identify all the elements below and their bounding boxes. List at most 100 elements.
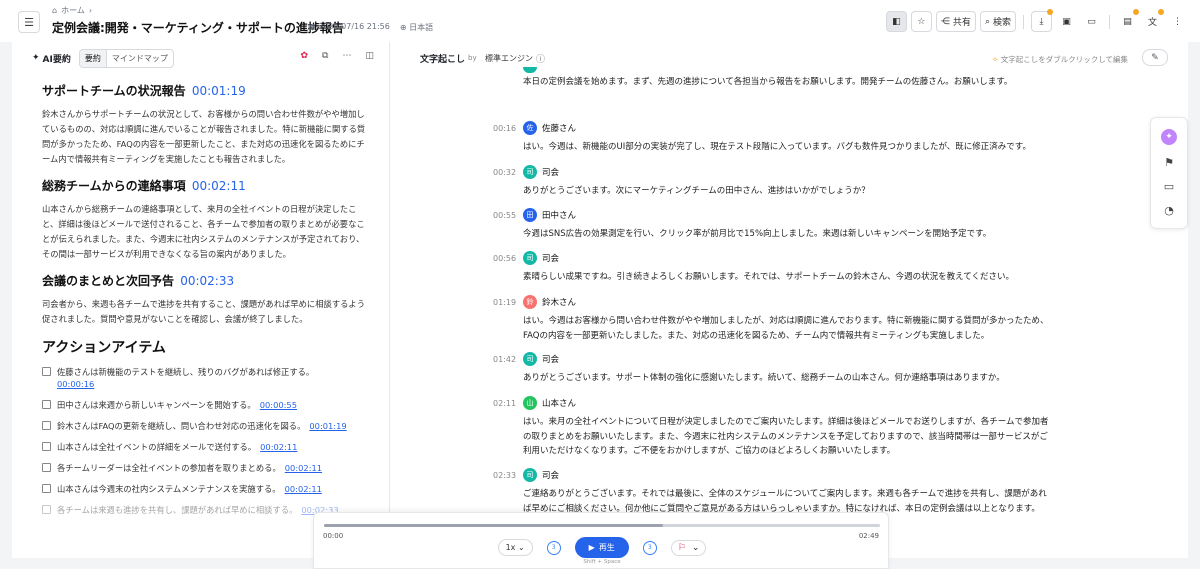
segment-time[interactable]: 00:56 <box>493 254 516 263</box>
info-icon[interactable]: ⓘ <box>536 52 545 65</box>
play-button[interactable]: ▶ 再生 <box>574 537 629 558</box>
tab-summary[interactable]: 要約 <box>79 49 107 67</box>
translate-button[interactable]: 文 <box>1142 9 1164 32</box>
copy-icon[interactable]: ⧉ <box>322 51 328 61</box>
bookmark-button[interactable]: ⚐ ⌄ <box>670 539 707 556</box>
segment-text: はい。今週は、新機能のUI部分の実装が完了し、現在テスト段階に入っています。バグ… <box>523 142 1031 152</box>
page-title: 定例会議:開発・マーケティング・サポートの進捗報告 <box>52 21 344 35</box>
action-checkbox[interactable] <box>42 421 51 430</box>
download-button[interactable]: ⤓ <box>1031 9 1053 32</box>
speaker-name: 司会 <box>542 355 560 365</box>
star-icon: ☆ <box>917 16 926 27</box>
meta-info: ▦ 2025/07/16 21:56 ⊕ 日本語 <box>308 22 433 33</box>
summary-content: サポートチームの状況報告 00:01:19 鈴木さんからサポートチームの状況とし… <box>42 82 372 525</box>
comment-icon[interactable]: ▭ <box>1164 180 1174 193</box>
engine-select[interactable]: 標準エンジン <box>485 53 533 64</box>
action-checkbox[interactable] <box>42 505 51 514</box>
side-toolbar: ✦ ⚑ ▭ ◔ <box>1150 117 1188 229</box>
speaker-name: 田中さん <box>542 211 577 221</box>
skip-back-button[interactable]: 3 <box>546 540 561 555</box>
badge-dot <box>1158 9 1164 15</box>
breadcrumb-home[interactable]: ホーム <box>61 5 85 16</box>
menu-button[interactable]: ☰ <box>18 11 40 33</box>
segment-time[interactable]: 01:19 <box>493 298 516 307</box>
share-label: 共有 <box>952 18 971 28</box>
transcript-title: 文字起こし <box>420 55 466 65</box>
segment-text: 素晴らしい成果ですね。引き続きよろしくお願いします。それでは、サポートチームの鈴… <box>523 272 1014 282</box>
search-button[interactable]: ⌕ 検索 <box>979 11 1016 32</box>
segment-time[interactable]: 02:33 <box>493 471 516 480</box>
summary-header: ✦ AI要約 要約 マインドマップ ✿ ⧉ ⋯ ◫ <box>12 42 389 74</box>
language: 日本語 <box>409 23 434 32</box>
ai-assistant-icon[interactable]: ✦ <box>1161 129 1177 146</box>
globe-icon: ⊕ <box>399 23 407 32</box>
more-horizontal-icon[interactable]: ⋯ <box>342 51 351 61</box>
timestamp-link[interactable]: 00:02:11 <box>260 442 297 452</box>
pie-chart-icon[interactable]: ◔ <box>1164 204 1174 217</box>
speaker-name: 鈴木さん <box>542 298 577 308</box>
panel-toggle-icon[interactable]: ◫ <box>365 51 374 61</box>
chevron-down-icon: ⌄ <box>691 542 700 553</box>
action-checkbox[interactable] <box>42 400 51 409</box>
edit-button[interactable]: ✎ <box>1142 49 1168 66</box>
section-body: 山本さんから総務チームの連絡事項として、来月の全社イベントの日程が決定したこと、… <box>42 204 365 259</box>
segment-text: はい。来月の全社イベントについて日程が決定しましたのでご案内いたします。詳細は後… <box>523 417 1049 456</box>
play-icon: ▶ <box>588 543 595 552</box>
lightbulb-icon: ✧ <box>992 55 999 64</box>
star-button[interactable]: ☆ <box>910 11 932 32</box>
share-icon: ⋲ <box>940 16 950 27</box>
action-checkbox[interactable] <box>42 367 51 376</box>
action-item: 各チームリーダーは全社イベントの参加者を取りまとめる。 00:02:11 <box>42 462 372 474</box>
translate-icon: 文 <box>1147 18 1157 28</box>
chevron-right-icon: › <box>88 6 93 15</box>
chevron-down-icon: ⌄ <box>517 543 525 552</box>
bookmark-icon[interactable]: ⚑ <box>1164 156 1174 169</box>
segment-time[interactable]: 01:42 <box>493 355 516 364</box>
play-label: 再生 <box>598 543 615 552</box>
timestamp-link[interactable]: 00:00:55 <box>260 400 297 410</box>
speaker-name: 山本さん <box>542 399 577 409</box>
timestamp-link[interactable]: 00:02:11 <box>192 179 246 193</box>
timestamp-link[interactable]: 00:02:11 <box>285 463 322 473</box>
speaker-name: 司会 <box>542 254 560 264</box>
folder-icon: ▭ <box>1087 16 1096 27</box>
layout-toggle-button[interactable]: ◧ <box>885 11 907 32</box>
segment-time[interactable]: 00:55 <box>493 211 516 220</box>
color-palette-icon[interactable]: ✿ <box>301 51 309 61</box>
skip-forward-button[interactable]: 3 <box>642 540 657 555</box>
timestamp-link[interactable]: 00:01:19 <box>309 421 346 431</box>
progress-fill <box>324 524 664 527</box>
action-item: 佐藤さんは新機能のテストを継続し、残りのバグがあれば修正する。 00:00:16 <box>42 366 372 390</box>
timestamp-link[interactable]: 00:02:33 <box>180 274 234 288</box>
save-button[interactable]: ▤ <box>1117 9 1139 32</box>
speaker-avatar: 司 <box>523 251 537 265</box>
segment-time[interactable]: 00:32 <box>493 168 516 177</box>
badge-dot <box>1047 9 1053 15</box>
datetime: 2025/07/16 21:56 <box>318 22 390 31</box>
tab-mindmap[interactable]: マインドマップ <box>107 50 173 67</box>
progress-track[interactable] <box>324 524 880 527</box>
segment-text: ありがとうございます。サポート体制の強化に感謝いたします。続いて、総務チームの山… <box>523 373 1005 383</box>
export-button[interactable]: ▣ <box>1056 11 1077 32</box>
timestamp-link[interactable]: 00:00:16 <box>57 379 94 389</box>
segment-time[interactable]: 02:11 <box>493 399 516 408</box>
speaker-name: 司会 <box>542 168 560 178</box>
folder-button[interactable]: ▭ <box>1081 11 1102 32</box>
segment-time[interactable]: 00:16 <box>493 124 516 133</box>
timestamp-link[interactable]: 00:02:11 <box>285 484 322 494</box>
timestamp-link[interactable]: 00:01:19 <box>192 84 246 98</box>
speed-select[interactable]: 1x ⌄ <box>497 539 533 556</box>
action-checkbox[interactable] <box>42 484 51 493</box>
speaker-avatar: 司 <box>523 352 537 366</box>
summary-actions: ✿ ⧉ ⋯ ◫ <box>301 51 375 61</box>
share-button[interactable]: ⋲ 共有 <box>935 11 976 32</box>
action-checkbox[interactable] <box>42 442 51 451</box>
more-button[interactable]: ⋮ <box>1167 11 1188 32</box>
segment-text: ありがとうございます。次にマーケティングチームの田中さん、進捗はいかがでしょうか… <box>523 186 870 196</box>
download-icon: ⤓ <box>1039 16 1044 27</box>
ai-summary-label: ✦ AI要約 <box>32 52 71 65</box>
speaker-avatar: 山 <box>523 396 537 410</box>
speaker-avatar: 司 <box>523 468 537 482</box>
action-checkbox[interactable] <box>42 463 51 472</box>
engine-by: by <box>468 54 477 62</box>
